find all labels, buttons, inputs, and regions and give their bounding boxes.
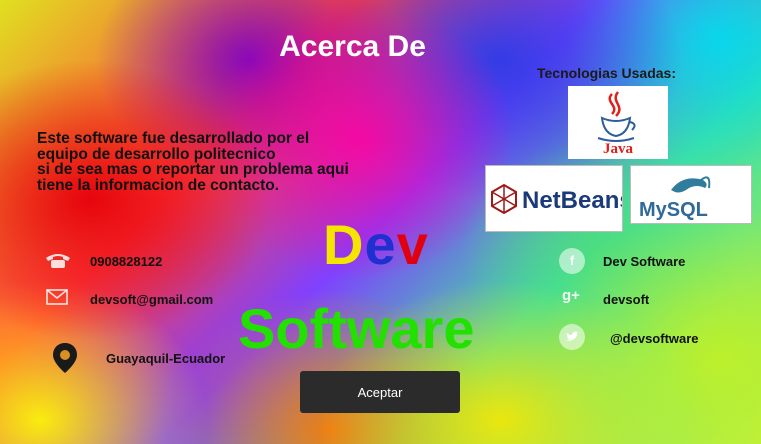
location-text: Guayaquil-Ecuador <box>106 351 226 366</box>
accept-button[interactable]: Aceptar <box>300 371 460 413</box>
location-pin-icon <box>52 342 80 373</box>
brand-letter-e: e <box>364 213 397 276</box>
description-line: si de sea mas o reportar un problema aqu… <box>37 161 349 178</box>
description-line: equipo de desarrollo politecnico <box>37 145 276 163</box>
description-line: tiene la informacion de contacto. <box>37 176 280 194</box>
mysql-logo: MySQL <box>630 165 752 224</box>
technologies-heading: Tecnologias Usadas: <box>537 65 677 81</box>
email-icon <box>46 289 74 317</box>
mysql-logo-text: MySQL <box>639 199 708 221</box>
page-title: Acerca De <box>279 30 426 63</box>
brand-letter-d: D <box>323 213 365 276</box>
facebook-icon[interactable]: f <box>559 248 585 274</box>
phone-icon <box>44 250 72 278</box>
description-text: Este software fue desarrollado por el eq… <box>37 131 467 193</box>
email-address: devsoft@gmail.com <box>90 292 214 307</box>
brand-software: Software <box>238 297 475 360</box>
brand-dev: Dev <box>323 212 429 277</box>
java-logo: Java <box>568 86 668 159</box>
google-plus-icon[interactable]: g+ <box>562 287 580 304</box>
phone-number: 0908828122 <box>90 254 163 269</box>
google-plus-name: devsoft <box>603 292 650 307</box>
netbeans-logo-text: NetBeans <box>522 187 622 214</box>
twitter-icon[interactable] <box>559 324 585 350</box>
java-logo-text: Java <box>603 141 634 157</box>
facebook-name: Dev Software <box>603 254 686 269</box>
description-line: Este software fue desarrollado por el <box>37 130 310 147</box>
netbeans-logo: NetBeans <box>485 165 633 232</box>
twitter-handle: @devsoftware <box>610 331 699 346</box>
brand-letter-v: v <box>396 213 429 276</box>
